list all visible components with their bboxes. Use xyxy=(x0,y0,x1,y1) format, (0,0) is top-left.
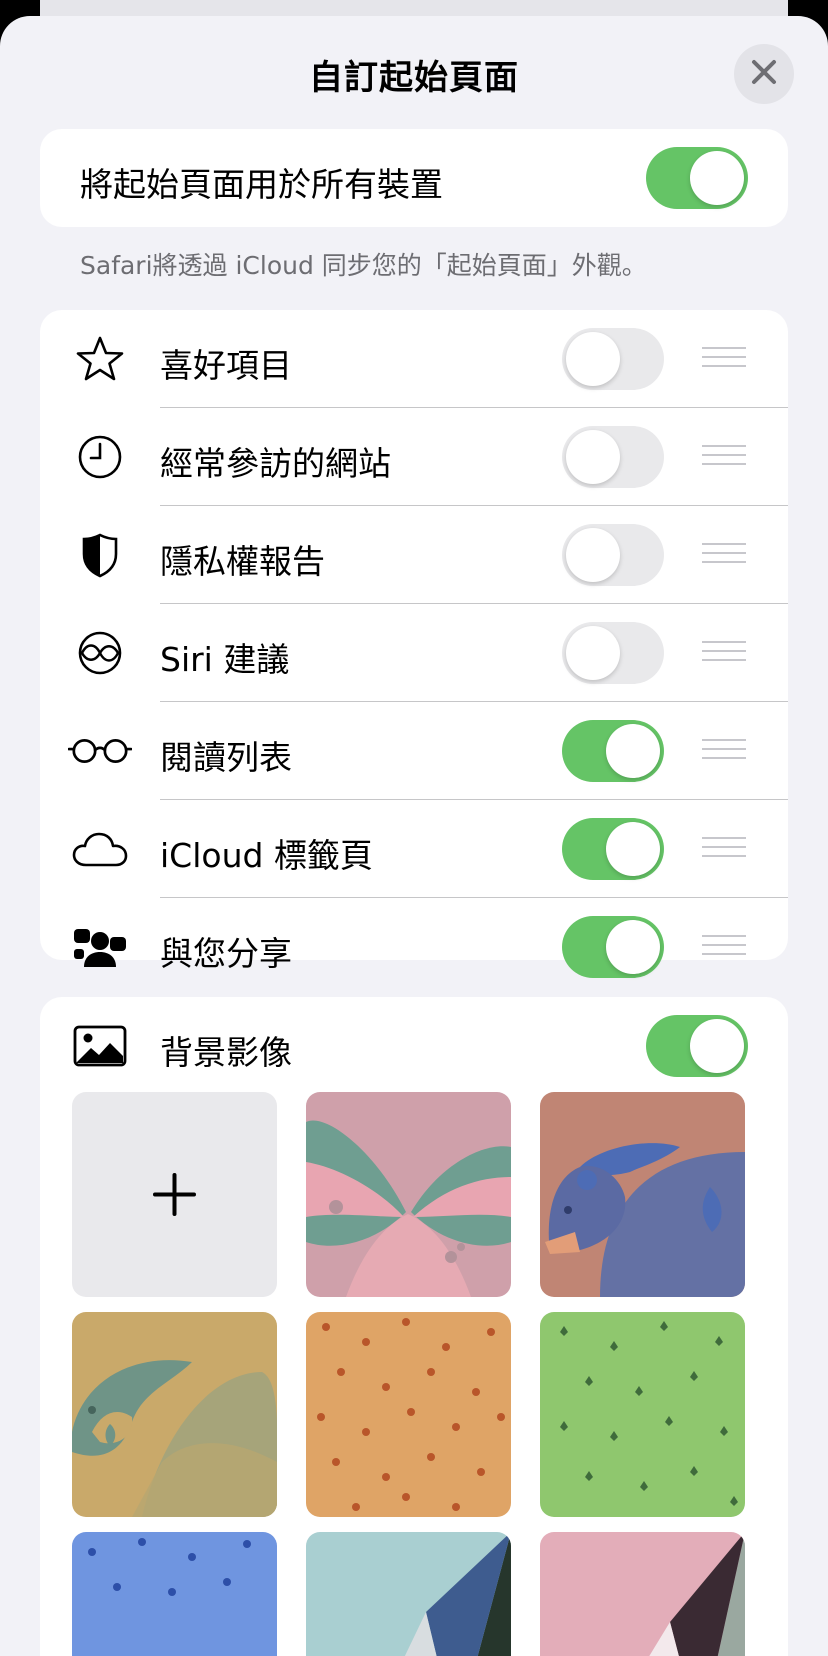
section-row-privacy-report[interactable]: 隱私權報告 xyxy=(40,506,788,604)
add-background-tile[interactable] xyxy=(72,1092,277,1297)
shared-with-you-icon xyxy=(68,920,132,974)
all-devices-toggle[interactable] xyxy=(646,147,748,209)
all-devices-card: 將起始頁面用於所有裝置 xyxy=(40,129,788,227)
reorder-handle-icon[interactable] xyxy=(702,347,746,371)
section-label: 與您分享 xyxy=(160,934,292,973)
background-tile-green-pattern[interactable] xyxy=(540,1312,745,1517)
background-image-label: 背景影像 xyxy=(160,1033,292,1072)
plus-icon xyxy=(153,1173,196,1216)
section-toggle-reading-list[interactable] xyxy=(562,720,664,782)
reorder-handle-icon[interactable] xyxy=(702,837,746,861)
cloud-icon xyxy=(68,822,132,876)
sections-card: 喜好項目 經常參訪的網站 隱私權報告 Siri 建議 閱讀列表 iCloud 標… xyxy=(40,310,788,978)
background-tile-butterfly[interactable] xyxy=(306,1092,511,1297)
sync-footnote: Safari將透過 iCloud 同步您的「起始頁面」外觀。 xyxy=(80,251,647,280)
section-toggle-siri-suggestions[interactable] xyxy=(562,622,664,684)
close-button[interactable] xyxy=(734,44,794,104)
close-icon xyxy=(751,59,777,89)
section-row-shared-with-you[interactable]: 與您分享 xyxy=(40,898,788,996)
all-devices-label: 將起始頁面用於所有裝置 xyxy=(80,165,443,204)
reorder-handle-icon[interactable] xyxy=(702,445,746,469)
glasses-icon xyxy=(68,724,132,778)
siri-icon xyxy=(68,626,132,680)
section-row-reading-list[interactable]: 閱讀列表 xyxy=(40,702,788,800)
star-icon xyxy=(68,332,132,386)
section-row-siri-suggestions[interactable]: Siri 建議 xyxy=(40,604,788,702)
background-tile-parrot[interactable] xyxy=(72,1312,277,1517)
background-image-toggle[interactable] xyxy=(646,1015,748,1077)
section-toggle-icloud-tabs[interactable] xyxy=(562,818,664,880)
background-tile-bear[interactable] xyxy=(540,1092,745,1297)
section-toggle-frequently-visited[interactable] xyxy=(562,426,664,488)
reorder-handle-icon[interactable] xyxy=(702,543,746,567)
customize-start-page-sheet: 自訂起始頁面 將起始頁面用於所有裝置 Safari將透過 iCloud 同步您的… xyxy=(0,16,828,1656)
reorder-handle-icon[interactable] xyxy=(702,739,746,763)
section-label: iCloud 標籤頁 xyxy=(160,836,373,875)
background-image-card: 背景影像 xyxy=(40,997,788,1656)
background-tile-teal-triangle[interactable] xyxy=(306,1532,511,1656)
background-tile-orange-pattern[interactable] xyxy=(306,1312,511,1517)
shield-icon xyxy=(68,528,132,582)
section-label: 經常參訪的網站 xyxy=(160,444,391,483)
section-label: 喜好項目 xyxy=(160,346,292,385)
photo-icon xyxy=(68,1019,132,1073)
section-row-icloud-tabs[interactable]: iCloud 標籤頁 xyxy=(40,800,788,898)
section-row-frequently-visited[interactable]: 經常參訪的網站 xyxy=(40,408,788,506)
section-row-favorites[interactable]: 喜好項目 xyxy=(40,310,788,408)
clock-icon xyxy=(68,430,132,484)
reorder-handle-icon[interactable] xyxy=(702,935,746,959)
section-label: 隱私權報告 xyxy=(160,542,325,581)
section-toggle-privacy-report[interactable] xyxy=(562,524,664,586)
section-toggle-favorites[interactable] xyxy=(562,328,664,390)
section-label: 閱讀列表 xyxy=(160,738,292,777)
background-tile-blue-pattern[interactable] xyxy=(72,1532,277,1656)
reorder-handle-icon[interactable] xyxy=(702,641,746,665)
section-toggle-shared-with-you[interactable] xyxy=(562,916,664,978)
sheet-title: 自訂起始頁面 xyxy=(309,58,519,98)
background-tile-pink-triangle[interactable] xyxy=(540,1532,745,1656)
section-label: Siri 建議 xyxy=(160,640,290,679)
